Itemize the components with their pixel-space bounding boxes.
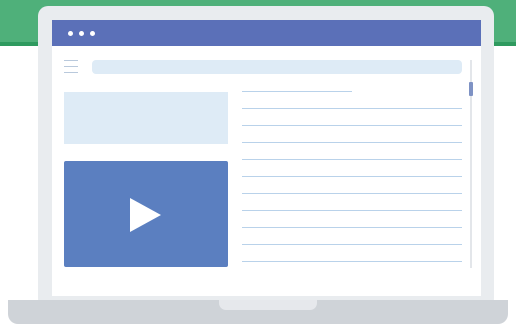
text-line	[242, 108, 462, 109]
text-line	[242, 159, 462, 160]
address-bar[interactable]	[92, 60, 462, 74]
window-control-dot[interactable]	[79, 31, 84, 36]
text-line	[242, 176, 462, 177]
text-line	[242, 244, 462, 245]
laptop-notch	[219, 300, 317, 310]
content-box	[64, 92, 228, 144]
text-line	[242, 125, 462, 126]
text-line	[242, 227, 462, 228]
text-line	[242, 142, 462, 143]
text-line	[242, 91, 352, 92]
scrollbar-thumb[interactable]	[469, 82, 473, 96]
browser-window	[52, 20, 481, 296]
window-control-dot[interactable]	[90, 31, 95, 36]
hamburger-icon[interactable]	[64, 60, 78, 73]
window-control-dot[interactable]	[68, 31, 73, 36]
laptop-illustration	[0, 0, 516, 328]
window-header	[52, 20, 481, 46]
video-player[interactable]	[64, 161, 228, 267]
text-line	[242, 193, 462, 194]
play-icon[interactable]	[130, 198, 161, 232]
text-line	[242, 210, 462, 211]
text-line	[242, 261, 462, 262]
